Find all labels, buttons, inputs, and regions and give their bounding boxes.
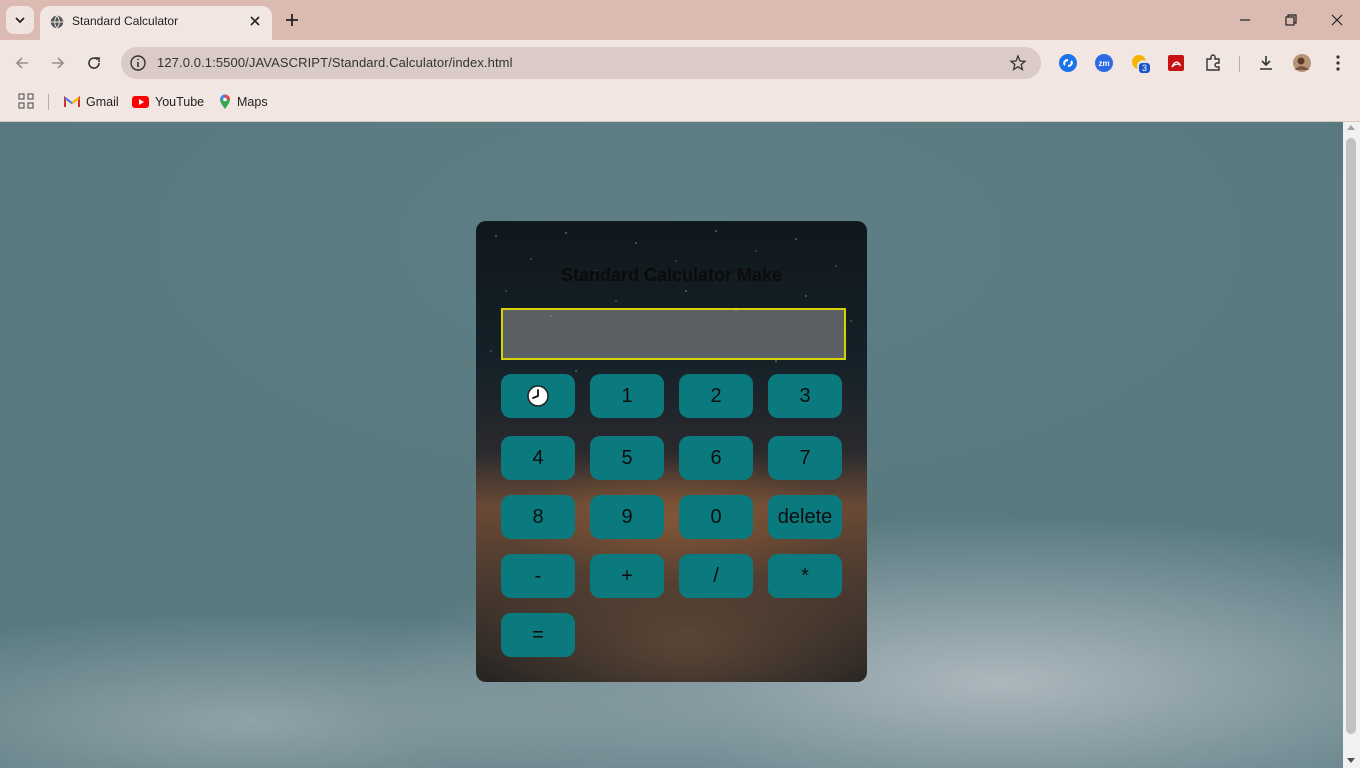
download-icon[interactable] xyxy=(1256,53,1276,73)
restore-icon[interactable] xyxy=(1283,12,1299,28)
forward-icon[interactable] xyxy=(48,53,68,73)
key-8[interactable]: 8 xyxy=(501,495,575,539)
youtube-icon xyxy=(132,96,149,108)
key-1[interactable]: 1 xyxy=(590,374,664,418)
reload-icon[interactable] xyxy=(84,53,104,73)
browser-toolbar: 127.0.0.1:5500/JAVASCRIPT/Standard.Calcu… xyxy=(0,40,1360,86)
toolbar-divider xyxy=(1239,56,1240,72)
scrollbar-thumb[interactable] xyxy=(1346,138,1356,734)
bookmark-label: YouTube xyxy=(155,95,205,109)
minimize-icon[interactable] xyxy=(1237,12,1253,28)
delete-button[interactable]: delete xyxy=(768,495,842,539)
bookmarks-bar: Gmail YouTube Maps xyxy=(0,86,1360,122)
tab-strip: Standard Calculator xyxy=(0,0,1360,40)
profile-avatar[interactable] xyxy=(1292,53,1312,73)
extensions-puzzle-icon[interactable] xyxy=(1203,53,1223,73)
minus-button[interactable]: - xyxy=(501,554,575,598)
zoom-icon[interactable]: zm xyxy=(1094,53,1114,73)
key-6[interactable]: 6 xyxy=(679,436,753,480)
back-icon[interactable] xyxy=(12,53,32,73)
history-button[interactable] xyxy=(501,374,575,418)
tab-search-button[interactable] xyxy=(6,6,34,34)
svg-text:zm: zm xyxy=(1098,59,1109,68)
globe-icon xyxy=(50,15,64,29)
shazam-icon[interactable] xyxy=(1058,53,1078,73)
tab-title: Standard Calculator xyxy=(72,14,179,28)
weather-extension[interactable]: 3 xyxy=(1130,53,1151,73)
site-info-icon[interactable] xyxy=(129,54,147,72)
page-background: Standard Calculator Make 1 2 3 4 5 6 7 8… xyxy=(0,122,1343,768)
calculator-display[interactable] xyxy=(501,308,846,360)
bookmarks-divider xyxy=(48,94,49,110)
equals-button[interactable]: = xyxy=(501,613,575,657)
new-tab-icon[interactable] xyxy=(282,10,302,30)
more-menu-icon[interactable] xyxy=(1328,53,1348,73)
key-7[interactable]: 7 xyxy=(768,436,842,480)
address-bar[interactable]: 127.0.0.1:5500/JAVASCRIPT/Standard.Calcu… xyxy=(121,47,1041,79)
bookmark-youtube[interactable]: YouTube xyxy=(132,92,204,112)
maps-icon xyxy=(220,94,230,109)
key-0[interactable]: 0 xyxy=(679,495,753,539)
vertical-scrollbar[interactable] xyxy=(1343,122,1360,768)
scroll-up-arrow-icon[interactable] xyxy=(1347,125,1355,130)
extension-badge: 3 xyxy=(1139,63,1151,73)
clock-icon xyxy=(527,385,549,407)
bookmark-gmail[interactable]: Gmail xyxy=(64,92,119,112)
bookmark-label: Maps xyxy=(237,95,268,109)
key-5[interactable]: 5 xyxy=(590,436,664,480)
key-3[interactable]: 3 xyxy=(768,374,842,418)
chevron-down-icon xyxy=(15,17,25,24)
tab-active[interactable]: Standard Calculator xyxy=(40,6,272,40)
scroll-down-arrow-icon[interactable] xyxy=(1347,758,1355,763)
bookmark-star-icon[interactable] xyxy=(1009,54,1027,72)
multiply-button[interactable]: * xyxy=(768,554,842,598)
plus-button[interactable]: + xyxy=(590,554,664,598)
divide-button[interactable]: / xyxy=(679,554,753,598)
url-text[interactable]: 127.0.0.1:5500/JAVASCRIPT/Standard.Calcu… xyxy=(157,55,513,70)
bookmark-label: Gmail xyxy=(86,95,119,109)
bookmark-maps[interactable]: Maps xyxy=(219,92,268,112)
key-9[interactable]: 9 xyxy=(590,495,664,539)
gmail-icon xyxy=(64,96,80,107)
apps-grid-icon[interactable] xyxy=(18,93,34,109)
key-4[interactable]: 4 xyxy=(501,436,575,480)
close-window-icon[interactable] xyxy=(1329,12,1345,28)
close-tab-icon[interactable] xyxy=(248,14,262,28)
key-2[interactable]: 2 xyxy=(679,374,753,418)
calculator-title: Standard Calculator Make xyxy=(560,265,783,285)
calculator-panel: Standard Calculator Make 1 2 3 4 5 6 7 8… xyxy=(476,221,867,682)
pdf-icon[interactable] xyxy=(1166,53,1186,73)
